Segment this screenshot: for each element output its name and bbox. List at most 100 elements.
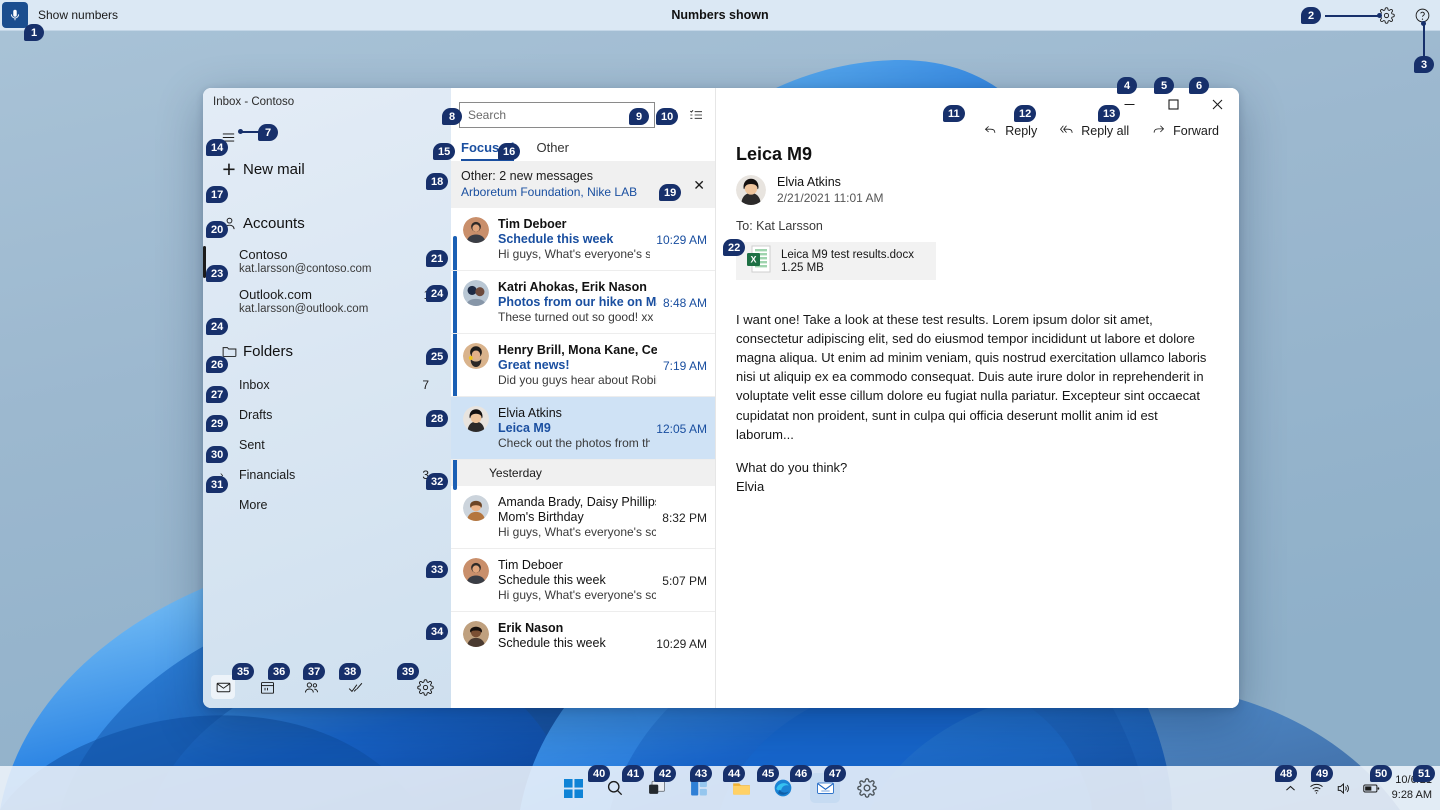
- filter-list-icon[interactable]: [685, 104, 707, 126]
- voice-access-number-badge: 37: [303, 663, 326, 680]
- list-pivots: Focused Other: [451, 132, 715, 161]
- message-subject: Schedule this week: [498, 573, 606, 587]
- reply-arrow-icon: [983, 122, 998, 140]
- voice-access-number-badge: 38: [339, 663, 362, 680]
- table-row[interactable]: Henry Brill, Mona Kane, Cecil Fo Great n…: [451, 334, 715, 397]
- message-sender: Henry Brill, Mona Kane, Cecil Fo: [498, 343, 657, 357]
- close-icon[interactable]: ✕: [693, 177, 705, 194]
- table-row[interactable]: Erik Nason Schedule this week 10:29 AM: [451, 612, 715, 660]
- new-mail-button[interactable]: + New mail: [203, 150, 451, 188]
- sidebar-folder-sent[interactable]: Sent: [203, 430, 451, 460]
- settings-gear-icon[interactable]: [413, 675, 437, 699]
- message-time: 8:48 AM: [662, 296, 707, 310]
- table-row[interactable]: Elvia Atkins Leica M9 Check out the phot…: [451, 397, 715, 460]
- message-sender: Elvia Atkins: [498, 406, 562, 420]
- voice-access-number-badge: 16: [498, 143, 521, 160]
- microphone-icon[interactable]: [2, 2, 28, 28]
- voice-access-number-badge: 44: [723, 765, 746, 782]
- voice-access-number-badge: 24: [206, 318, 229, 335]
- sidebar-account-outlook[interactable]: Outlook.com kat.larsson@outlook.com 16: [203, 282, 451, 322]
- voice-access-number-badge: 34: [426, 623, 449, 640]
- attachment-card[interactable]: X Leica M9 test results.docx 1.25 MB: [736, 242, 936, 280]
- message-time: 7:19 AM: [662, 359, 707, 373]
- voice-access-number-badge: 17: [206, 186, 229, 203]
- table-row[interactable]: Tim Deboer Schedule this week Hi guys, W…: [451, 549, 715, 612]
- voice-access-number-badge: 47: [824, 765, 847, 782]
- reply-label: Reply: [1005, 124, 1038, 138]
- window-title: Inbox - Contoso: [213, 96, 295, 108]
- wifi-icon[interactable]: [1309, 781, 1324, 796]
- table-row[interactable]: Amanda Brady, Daisy Phillips Mom's Birth…: [451, 486, 715, 549]
- voice-access-number-badge: 19: [659, 184, 682, 201]
- folders-header[interactable]: Folders: [203, 332, 451, 370]
- message-sender: Katri Ahokas, Erik Nason: [498, 280, 647, 294]
- voice-access-number-badge: 8: [442, 108, 462, 125]
- tab-other[interactable]: Other: [536, 140, 569, 161]
- badge-leader-dot: [1377, 13, 1382, 18]
- chevron-up-icon[interactable]: [1284, 782, 1297, 795]
- folder-count: 7: [422, 378, 429, 392]
- excel-document-icon: X: [746, 245, 772, 278]
- sidebar-folder-inbox[interactable]: Inbox 7: [203, 370, 451, 400]
- account-name: Outlook.com: [239, 287, 312, 302]
- voice-access-number-badge: 48: [1275, 765, 1298, 782]
- voice-access-number-badge: 40: [588, 765, 611, 782]
- sent-date: 2/21/2021 11:01 AM: [777, 191, 884, 205]
- voice-access-number-badge: 45: [757, 765, 780, 782]
- voice-access-number-badge: 49: [1311, 765, 1334, 782]
- voice-access-number-badge: 39: [397, 663, 420, 680]
- voice-access-bar: Show numbers Numbers shown: [0, 0, 1440, 31]
- message-subject: Mom's Birthday: [498, 510, 584, 524]
- tray-time: 9:28 AM: [1391, 789, 1432, 801]
- table-row[interactable]: Tim Deboer Schedule this week Hi guys, W…: [451, 208, 715, 271]
- voice-access-number-badge: 33: [426, 561, 449, 578]
- body-paragraph: What do you think?: [736, 459, 848, 475]
- accounts-header[interactable]: Accounts: [203, 204, 451, 242]
- mail-app-window: Inbox - Contoso + New mail Accounts Cont…: [203, 88, 1239, 708]
- message-preview: Did you guys hear about Robin's: [498, 373, 657, 387]
- speaker-icon[interactable]: [1336, 781, 1351, 796]
- table-row[interactable]: Katri Ahokas, Erik Nason Photos from our…: [451, 271, 715, 334]
- voice-access-number-badge: 25: [426, 348, 449, 365]
- account-name: Contoso: [239, 247, 288, 262]
- sidebar-folder-drafts[interactable]: Drafts: [203, 400, 451, 430]
- voice-access-number-badge: 36: [268, 663, 291, 680]
- folder-name: More: [239, 498, 268, 512]
- recipient-line: To: Kat Larsson: [736, 219, 823, 233]
- account-email: kat.larsson@outlook.com: [239, 303, 369, 315]
- forward-label: Forward: [1173, 124, 1219, 138]
- sidebar-folder-more[interactable]: More: [203, 490, 451, 520]
- reply-all-button[interactable]: Reply all: [1059, 122, 1129, 140]
- avatar: [463, 406, 489, 432]
- voice-access-number-badge: 4: [1117, 77, 1137, 94]
- voice-access-number-badge: 29: [206, 415, 229, 432]
- sidebar-folder-financials[interactable]: › Financials 3: [203, 460, 451, 490]
- reply-button[interactable]: Reply: [983, 122, 1037, 140]
- windows-start-icon[interactable]: [558, 773, 588, 803]
- windows-taskbar: 10/6/21 9:28 AM: [0, 766, 1440, 810]
- badge-leader-line: [1423, 22, 1425, 58]
- voice-access-number-badge: 14: [206, 139, 229, 156]
- avatar: [736, 175, 766, 205]
- message-preview: Check out the photos from this v: [498, 436, 651, 450]
- voice-access-number-badge: 21: [426, 250, 449, 267]
- settings-app-icon[interactable]: [852, 773, 882, 803]
- body-paragraph: I want one! Take a look at these test re…: [736, 312, 1207, 442]
- voice-access-number-badge: 24: [426, 285, 449, 302]
- battery-icon[interactable]: [1362, 782, 1380, 795]
- message-time: 10:29 AM: [656, 637, 707, 651]
- voice-access-number-badge: 10: [656, 108, 679, 125]
- voice-access-number-badge: 18: [426, 173, 449, 190]
- voice-access-number-badge: 30: [206, 446, 229, 463]
- attachment-size: 1.25 MB: [781, 261, 824, 274]
- sidebar-account-contoso[interactable]: Contoso kat.larsson@contoso.com 7: [203, 242, 451, 282]
- accounts-label: Accounts: [243, 214, 305, 232]
- message-preview: Hi guys, What's everyone's sched: [498, 247, 651, 261]
- search-input[interactable]: Search: [459, 102, 655, 128]
- forward-button[interactable]: Forward: [1151, 122, 1219, 140]
- voice-access-number-badge: 12: [1014, 105, 1037, 122]
- message-time: 12:05 AM: [656, 422, 707, 436]
- message-time: 8:32 PM: [662, 511, 707, 525]
- voice-access-number-badge: 6: [1189, 77, 1209, 94]
- voice-access-number-badge: 5: [1154, 77, 1174, 94]
